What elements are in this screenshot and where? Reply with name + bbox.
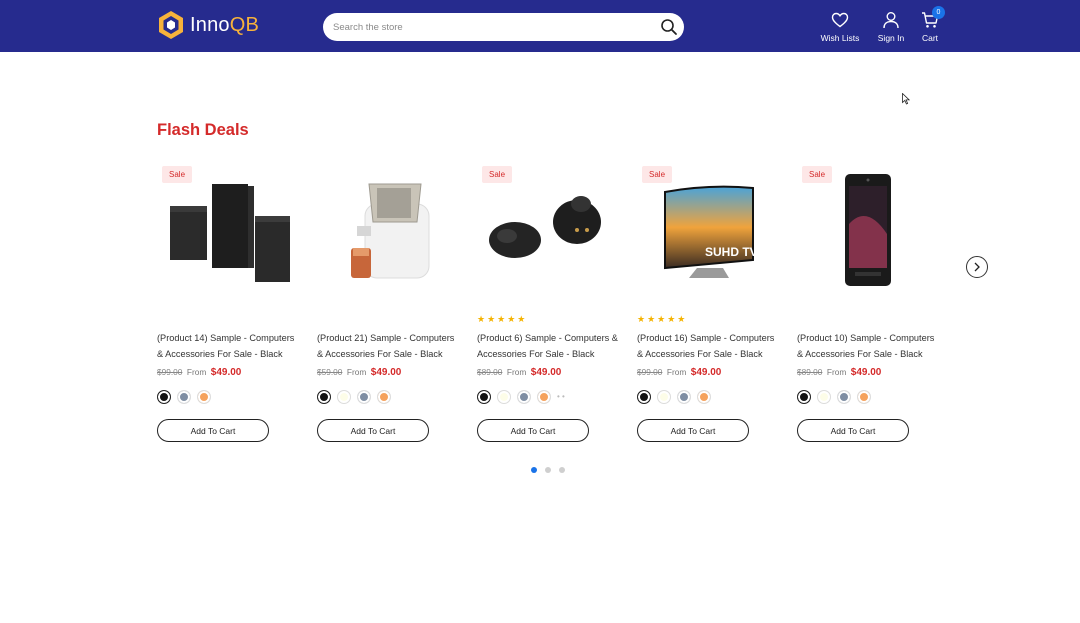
price-from-label: From [186,367,207,377]
pagination-dot[interactable] [531,467,537,473]
color-swatches [637,390,717,404]
wishlist-label: Wish Lists [820,33,860,43]
color-swatches [317,390,397,404]
price-from-label: From [506,367,527,377]
original-price: $99.00 [157,367,183,377]
product-card[interactable]: Sale (Product 10) Sample - Computers & A… [797,164,943,454]
search-bar [323,13,684,41]
sale-badge: Sale [482,166,513,183]
original-price: $89.00 [797,367,823,377]
svg-text:SUHD TV: SUHD TV [705,245,758,259]
sale-price: $49.00 [210,367,242,378]
add-to-cart-button[interactable]: Add To Cart [317,419,429,442]
sale-badge: Sale [802,166,833,183]
color-swatch[interactable] [837,390,851,404]
color-swatches: • • [477,390,565,404]
color-swatch[interactable] [697,390,711,404]
price-from-label: From [826,367,847,377]
product-card[interactable]: (Product 21) Sample - Computers & Access… [317,164,463,454]
sale-price: $49.00 [690,367,722,378]
color-swatch[interactable] [477,390,491,404]
carousel-pagination [531,467,573,473]
color-swatch[interactable] [677,390,691,404]
store-logo[interactable]: InnoQB [158,10,259,40]
color-swatch[interactable] [497,390,511,404]
sale-price: $49.00 [850,367,882,378]
product-card[interactable]: Sale ★★★★★ (Product 6) Sample - Computer… [477,164,623,454]
heart-icon [831,12,849,28]
phone-image[interactable] [797,164,943,300]
rating-stars: ★★★★★ [637,314,688,324]
color-swatch[interactable] [657,390,671,404]
chevron-right-icon [974,262,980,272]
hexagon-logo-icon [159,11,183,39]
color-swatch[interactable] [857,390,871,404]
product-title[interactable]: (Product 14) Sample - Computers & Access… [157,330,303,362]
color-swatches [157,390,217,404]
product-card[interactable]: Sale (Product 14) Sample - Computers & A… [157,164,303,454]
color-swatch[interactable] [317,390,331,404]
pagination-dot[interactable] [545,467,551,473]
carousel-next-button[interactable] [966,256,988,278]
rating-stars: ★★★★★ [477,314,528,324]
speakers-image[interactable] [157,164,303,300]
sale-price: $49.00 [530,367,562,378]
product-title[interactable]: (Product 10) Sample - Computers & Access… [797,330,943,362]
price-block: $89.00 From $49.00 [797,367,881,378]
section-title: Flash Deals [157,121,249,139]
price-block: $99.00 From $49.00 [637,367,721,378]
color-swatch[interactable] [517,390,531,404]
color-swatch[interactable] [637,390,651,404]
original-price: $59.00 [317,367,343,377]
logo-text: InnoQB [190,13,260,36]
site-header: InnoQB Wish Lists Sign In 0 Cart [0,0,1080,52]
sign-in-link[interactable]: Sign In [876,11,906,43]
color-swatch[interactable] [537,390,551,404]
price-from-label: From [346,367,367,377]
user-icon [883,12,899,29]
color-swatch[interactable] [177,390,191,404]
cart-count-badge: 0 [932,6,945,19]
more-swatches-indicator: • • [557,392,565,401]
cart-label: Cart [921,33,939,43]
color-swatch[interactable] [357,390,371,404]
product-title[interactable]: (Product 6) Sample - Computers & Accesso… [477,330,623,362]
color-swatches [797,390,877,404]
color-swatch[interactable] [797,390,811,404]
sale-badge: Sale [162,166,193,183]
pagination-dot[interactable] [559,467,565,473]
juicer-image[interactable] [317,164,463,300]
price-block: $99.00 From $49.00 [157,367,241,378]
wishlist-link[interactable]: Wish Lists [820,11,860,43]
search-icon[interactable] [660,18,678,36]
price-block: $89.00 From $49.00 [477,367,561,378]
price-block: $59.00 From $49.00 [317,367,401,378]
earbuds-image[interactable] [477,164,623,300]
color-swatch[interactable] [337,390,351,404]
original-price: $99.00 [637,367,663,377]
sale-price: $49.00 [370,367,402,378]
sign-in-label: Sign In [877,33,905,43]
price-from-label: From [666,367,687,377]
cart-link[interactable]: 0 Cart [918,6,945,43]
color-swatch[interactable] [157,390,171,404]
mouse-cursor-icon [902,93,910,105]
color-swatch[interactable] [377,390,391,404]
product-card[interactable]: SUHD TV Sale ★★★★★ (Product 16) Sample -… [637,164,783,454]
add-to-cart-button[interactable]: Add To Cart [157,419,269,442]
product-title[interactable]: (Product 16) Sample - Computers & Access… [637,330,783,362]
color-swatch[interactable] [817,390,831,404]
tv-image[interactable]: SUHD TV [637,164,783,300]
sale-badge: Sale [642,166,673,183]
add-to-cart-button[interactable]: Add To Cart [477,419,589,442]
add-to-cart-button[interactable]: Add To Cart [797,419,909,442]
search-input[interactable] [333,13,653,41]
product-title[interactable]: (Product 21) Sample - Computers & Access… [317,330,463,362]
color-swatch[interactable] [197,390,211,404]
original-price: $89.00 [477,367,503,377]
add-to-cart-button[interactable]: Add To Cart [637,419,749,442]
